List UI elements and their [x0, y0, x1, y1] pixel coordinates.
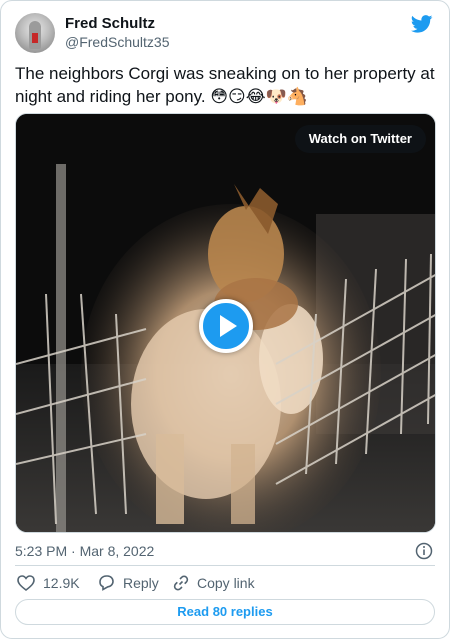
play-button[interactable] [199, 299, 253, 353]
avatar[interactable] [15, 13, 55, 53]
tweet-text: The neighbors Corgi was sneaking on to h… [15, 64, 435, 106]
reply-label: Reply [123, 575, 159, 591]
like-count: 12.9K [43, 575, 80, 591]
reply-button[interactable]: Reply [97, 573, 159, 593]
heart-icon [17, 575, 35, 591]
divider [15, 565, 435, 566]
watch-on-twitter-button[interactable]: Watch on Twitter [294, 125, 426, 153]
reply-icon [99, 575, 114, 591]
copy-link-button[interactable]: Copy link [173, 573, 255, 593]
author-info[interactable]: Fred Schultz @FredSchultz35 [65, 15, 169, 51]
avatar-figure-detail [32, 33, 38, 43]
video-media[interactable]: Watch on Twitter [15, 113, 436, 533]
tweet-card: Fred Schultz @FredSchultz35 The neighbor… [0, 0, 450, 639]
twitter-bird-icon[interactable] [411, 15, 433, 33]
like-button[interactable]: 12.9K [17, 573, 80, 593]
info-icon[interactable] [415, 542, 433, 560]
read-replies-button[interactable]: Read 80 replies [15, 599, 435, 625]
tweet-timestamp[interactable]: 5:23 PM · Mar 8, 2022 [15, 543, 154, 559]
timestamp-row: 5:23 PM · Mar 8, 2022 [15, 541, 435, 561]
tweet-header: Fred Schultz @FredSchultz35 [15, 13, 435, 53]
author-handle[interactable]: @FredSchultz35 [65, 33, 169, 51]
author-name[interactable]: Fred Schultz [65, 15, 169, 33]
play-icon [220, 315, 237, 337]
link-icon [173, 575, 189, 591]
tweet-actions: 12.9K Reply Copy link [15, 573, 435, 593]
copy-link-label: Copy link [197, 575, 255, 591]
